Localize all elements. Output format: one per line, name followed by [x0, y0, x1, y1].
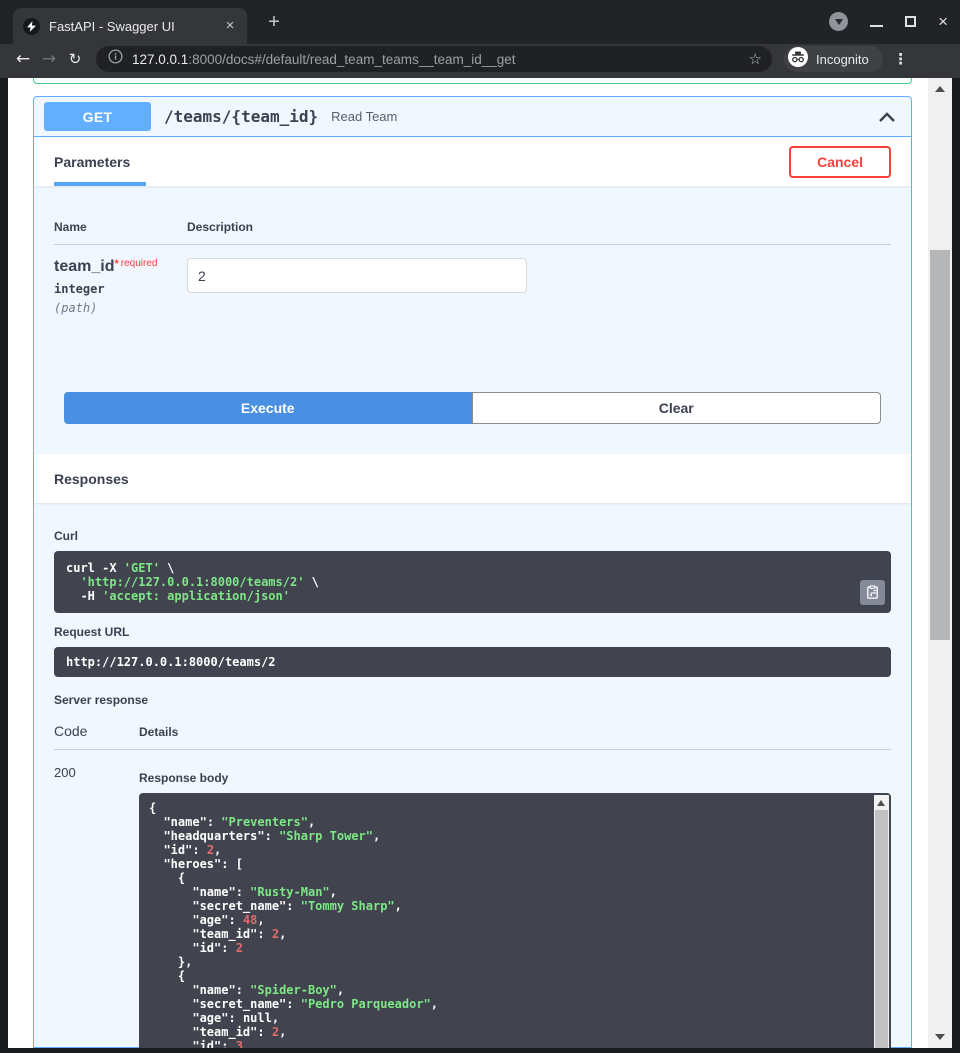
forward-button[interactable]: →	[36, 49, 62, 69]
response-row: 200 Response body { "name": "Preventers"…	[54, 763, 891, 1048]
request-url-label: Request URL	[54, 625, 891, 639]
parameter-row: team_id*required integer (path)	[54, 245, 891, 365]
minimize-button[interactable]	[870, 25, 883, 27]
response-table-divider	[54, 749, 891, 750]
fastapi-favicon-icon	[23, 18, 40, 35]
tab-parameters[interactable]: Parameters	[54, 137, 130, 186]
cancel-button[interactable]: Cancel	[789, 146, 891, 178]
page-scroll-up-icon[interactable]	[935, 86, 945, 92]
tab-search-icon[interactable]	[829, 12, 848, 31]
execute-button[interactable]: Execute	[64, 392, 472, 424]
reload-button[interactable]: ↻	[62, 50, 88, 68]
method-badge: GET	[44, 102, 151, 131]
previous-endpoint-block-edge	[33, 78, 912, 84]
team-id-input[interactable]	[187, 258, 527, 293]
responses-title: Responses	[54, 471, 129, 487]
maximize-button[interactable]	[905, 16, 916, 27]
response-body-json: { "name": "Preventers", "headquarters": …	[139, 793, 891, 1048]
page-scrollbar-thumb[interactable]	[930, 250, 950, 640]
curl-block: curl -X 'GET' \ 'http://127.0.0.1:8000/t…	[54, 551, 891, 613]
response-body-block: { "name": "Preventers", "headquarters": …	[139, 793, 891, 1048]
window-close-button[interactable]: ×	[938, 15, 948, 29]
page-scroll-down-icon[interactable]	[935, 1034, 945, 1040]
url-bar[interactable]: 127.0.0.1:8000/docs#/default/read_team_t…	[96, 46, 772, 72]
page-scrollbar[interactable]	[928, 78, 952, 1048]
response-body-label: Response body	[139, 771, 891, 785]
response-body-scrollbar[interactable]	[874, 795, 889, 1048]
new-tab-button[interactable]: +	[261, 10, 287, 36]
required-star: *	[114, 258, 118, 270]
swagger-page: GET /teams/{team_id} Read Team Parameter…	[8, 78, 928, 1048]
column-header-description: Description	[187, 220, 253, 234]
endpoint-header[interactable]: GET /teams/{team_id} Read Team	[34, 97, 911, 137]
browser-toolbar: ← → ↻ 127.0.0.1:8000/docs#/default/read_…	[0, 44, 960, 78]
response-scrollbar-thumb[interactable]	[875, 810, 888, 1048]
parameter-name: team_id*required	[54, 258, 187, 276]
parameters-body: Name Description team_id*required intege…	[34, 186, 911, 454]
curl-label: Curl	[54, 529, 891, 543]
endpoint-summary: Read Team	[331, 109, 879, 124]
status-code: 200	[54, 763, 139, 1048]
collapse-chevron-icon[interactable]	[879, 112, 895, 122]
copy-to-clipboard-button[interactable]	[860, 580, 885, 605]
browser-tab[interactable]: FastAPI - Swagger UI ×	[13, 8, 247, 44]
scroll-up-icon[interactable]	[877, 800, 885, 806]
parameter-location: (path)	[54, 301, 187, 315]
window-bottom-border	[0, 1048, 960, 1053]
browser-titlebar: FastAPI - Swagger UI × + ×	[0, 0, 960, 44]
endpoint-path: /teams/{team_id}	[164, 107, 318, 126]
bookmark-star-icon[interactable]: ☆	[749, 50, 762, 68]
site-info-icon[interactable]	[108, 49, 123, 69]
parameter-type: integer	[54, 282, 187, 296]
request-url-block: http://127.0.0.1:8000/teams/2	[54, 647, 891, 677]
incognito-icon	[788, 47, 808, 72]
tab-close-icon[interactable]: ×	[221, 17, 239, 35]
code-column-header: Code	[54, 723, 139, 739]
responses-section-header: Responses	[34, 454, 911, 503]
back-button[interactable]: ←	[10, 49, 36, 69]
url-text[interactable]: 127.0.0.1:8000/docs#/default/read_team_t…	[132, 52, 749, 67]
required-label: required	[121, 258, 158, 269]
tab-title: FastAPI - Swagger UI	[49, 19, 221, 34]
parameters-section-header: Parameters Cancel	[34, 137, 911, 186]
details-column-header: Details	[139, 725, 178, 739]
server-response-label: Server response	[54, 693, 891, 707]
active-tab-underline	[54, 182, 146, 186]
browser-menu-icon[interactable]: ⋮	[893, 50, 909, 68]
get-endpoint-block: GET /teams/{team_id} Read Team Parameter…	[33, 96, 912, 1048]
request-url-value: http://127.0.0.1:8000/teams/2	[54, 647, 891, 677]
incognito-badge: Incognito	[784, 46, 883, 72]
curl-command: curl -X 'GET' \ 'http://127.0.0.1:8000/t…	[54, 551, 891, 613]
incognito-label: Incognito	[816, 52, 869, 67]
clear-button[interactable]: Clear	[472, 392, 882, 424]
column-header-name: Name	[54, 220, 187, 234]
responses-body: Curl curl -X 'GET' \ 'http://127.0.0.1:8…	[34, 503, 911, 1048]
